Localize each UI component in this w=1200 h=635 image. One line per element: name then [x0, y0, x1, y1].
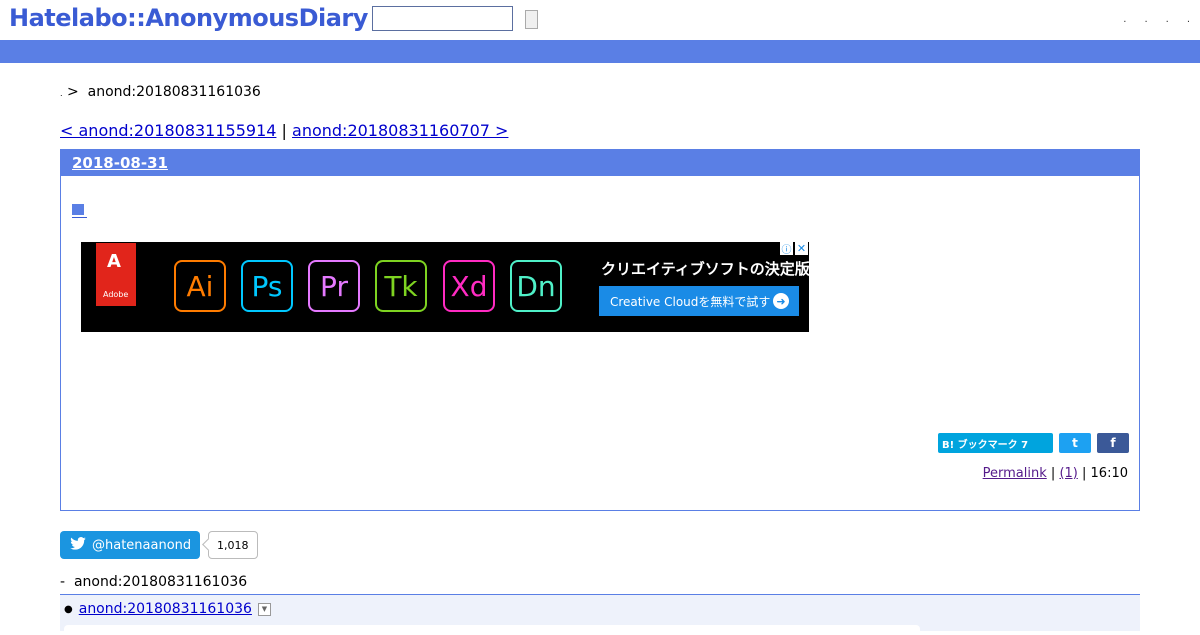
app-icon-tk: Tk [375, 260, 427, 312]
site-header: Hatelabo::AnonymousDiary . . . . [0, 0, 1200, 40]
prev-entry-link[interactable]: < anond:20180831155914 [60, 121, 276, 140]
breadcrumb: . > anond:20180831161036 [60, 84, 261, 100]
footer-sep-2: | [1082, 466, 1087, 481]
thread-item-body [64, 625, 920, 635]
pager: < anond:20180831155914 | anond:201808311… [60, 121, 508, 140]
twitter-follow: @hatenaanond 1,018 [60, 531, 258, 559]
entry-time: 16:10 [1090, 466, 1128, 481]
section-square-icon [72, 204, 84, 215]
day-entry: 2018-08-31 A Adobe Ai Ps Pr Tk Xd Dn クリエ… [60, 149, 1140, 511]
header-link-1[interactable]: . [1123, 14, 1126, 25]
chevron-down-icon[interactable]: ▼ [257, 602, 271, 616]
header-link-2[interactable]: . [1144, 14, 1147, 25]
ad-banner[interactable]: A Adobe Ai Ps Pr Tk Xd Dn クリエイティブソフトの決定版… [81, 242, 810, 332]
app-icon-ai: Ai [174, 260, 226, 312]
app-icon-pr: Pr [308, 260, 360, 312]
facebook-icon: f [1110, 436, 1116, 450]
header-band [0, 40, 1200, 63]
ad-cta-button[interactable]: Creative Cloudを無料で試す ➜ [599, 286, 799, 316]
thread-root-label: anond:20180831161036 [73, 574, 248, 590]
ad-tagline: クリエイティブソフトの決定版 [601, 260, 810, 278]
header-link-4[interactable]: . [1187, 14, 1190, 25]
thread-tree: ● anond:20180831161036 ▼ [60, 594, 1140, 635]
ad-info-icon[interactable]: ⓘ [780, 242, 793, 256]
app-icon-dn: Dn [510, 260, 562, 312]
app-icon-xd: Xd [443, 260, 495, 312]
ad-cta-label: Creative Cloudを無料で試す [610, 294, 771, 309]
section-underline [72, 217, 87, 218]
thread-root: - anond:20180831161036 [60, 574, 247, 590]
follower-count[interactable]: 1,018 [208, 531, 258, 559]
twitter-bird-icon [70, 536, 86, 554]
breadcrumb-separator: > [67, 84, 79, 100]
thread-item-link[interactable]: anond:20180831161036 [79, 601, 252, 617]
twitter-handle: @hatenaanond [92, 537, 192, 553]
breadcrumb-current: anond:20180831161036 [87, 84, 261, 100]
permalink[interactable]: Permalink [983, 466, 1047, 481]
share-buttons: B! ブックマーク 7 t f [938, 433, 1129, 453]
search-button[interactable] [525, 10, 538, 29]
bullet-icon: ● [64, 603, 73, 615]
next-entry-link[interactable]: anond:20180831160707 > [292, 121, 508, 140]
app-icon-ps: Ps [241, 260, 293, 312]
comment-count-link[interactable]: (1) [1059, 466, 1077, 481]
adobe-glyph: A [107, 251, 121, 272]
site-logo[interactable]: Hatelabo::AnonymousDiary [9, 4, 368, 32]
adobe-logo: A Adobe [96, 243, 136, 306]
adobe-name: Adobe [103, 290, 129, 299]
thread-root-prefix: - [60, 574, 66, 590]
search-input[interactable] [372, 6, 513, 31]
footer-sep-1: | [1050, 466, 1056, 481]
day-date-link[interactable]: 2018-08-31 [72, 154, 168, 172]
hatena-bookmark-button[interactable]: B! ブックマーク 7 [938, 433, 1053, 453]
facebook-share-button[interactable]: f [1097, 433, 1129, 453]
day-header: 2018-08-31 [61, 150, 1139, 176]
breadcrumb-home[interactable]: . [60, 89, 63, 98]
twitter-share-button[interactable]: t [1059, 433, 1091, 453]
twitter-follow-button[interactable]: @hatenaanond [60, 531, 200, 559]
thread-item: ● anond:20180831161036 ▼ [64, 601, 271, 617]
pager-separator: | [281, 121, 287, 140]
twitter-icon: t [1072, 436, 1078, 450]
arrow-right-icon: ➜ [773, 293, 789, 309]
section-anchor[interactable] [72, 202, 87, 218]
entry-footer: Permalink | (1) | 16:10 [983, 466, 1128, 481]
header-links: . . . . [1123, 14, 1190, 25]
header-link-3[interactable]: . [1166, 14, 1169, 25]
ad-close-icon[interactable]: ✕ [795, 242, 808, 255]
